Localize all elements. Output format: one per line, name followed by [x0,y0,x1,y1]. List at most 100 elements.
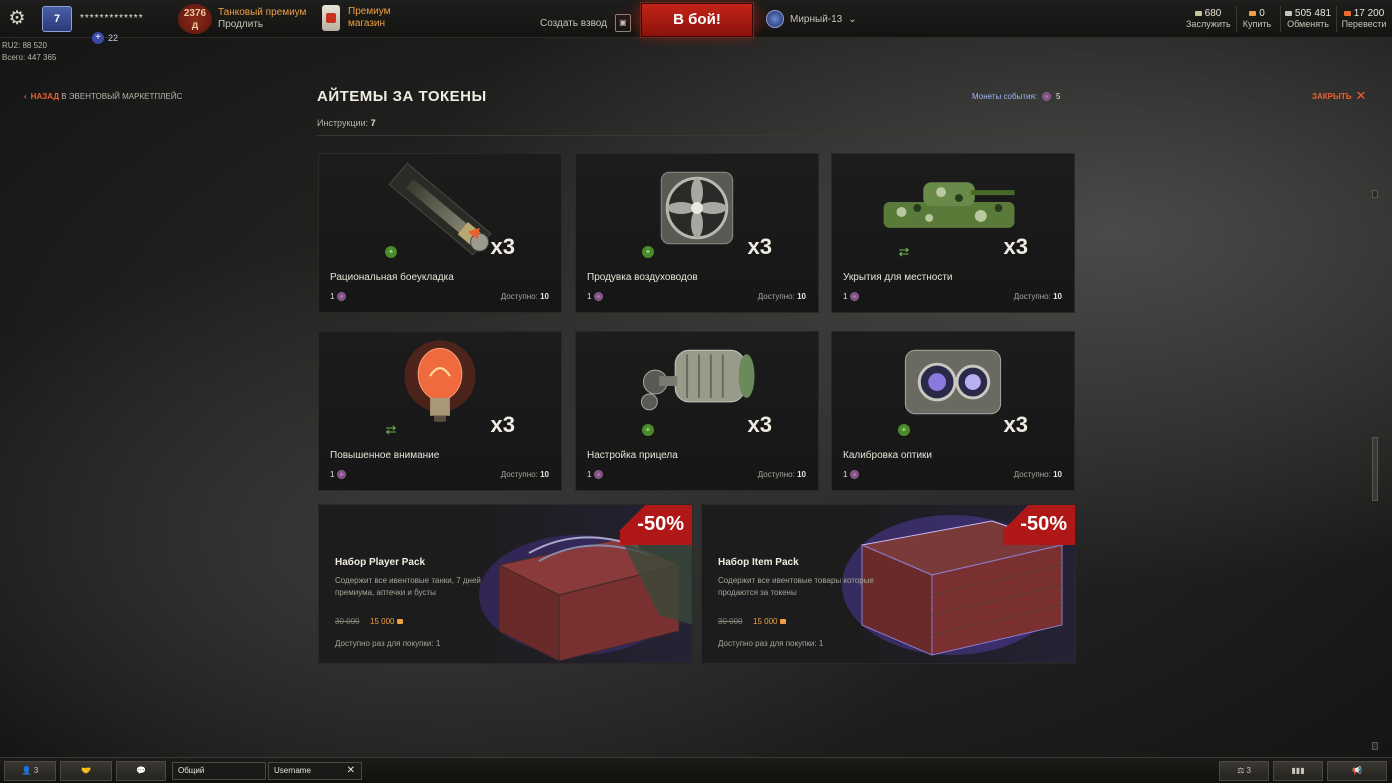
chat-tab-user[interactable]: Username ✕ [268,762,362,780]
rank-badge[interactable]: 7 [42,6,72,32]
currency-label: Заслужить [1186,19,1231,29]
availability-label: Доступно: [757,470,795,479]
price-value: 1 [843,292,848,301]
item-availability: Доступно: 10 [758,292,806,301]
fan-icon [660,171,734,245]
new-price: 15 000 [753,617,787,626]
item-availability: Доступно: 10 [1014,292,1062,301]
currency-buy[interactable]: 0 Купить [1240,8,1274,30]
discount-badge: -50% [620,505,692,545]
availability-value: 10 [1053,470,1062,479]
balance-count: 3 [1246,766,1251,775]
close-label: ЗАКРЫТЬ [1312,91,1352,101]
token-icon [337,470,347,479]
battle-button[interactable]: В бой! [640,2,754,38]
token-icon [337,292,347,301]
bundle-card[interactable]: -50% Набор Item Pack Содержит все ивенто… [701,504,1076,664]
currency-label: Перевести [1341,19,1387,29]
divider [1280,6,1281,32]
back-label-rest: В ЭВЕНТОВЫЙ МАРКЕТПЛЕЙС [59,92,183,101]
item-name: Продувка воздуховодов [587,272,698,283]
item-card[interactable]: ⇄ x3 Повышенное внимание 1 Доступно: 10 [318,331,562,491]
bundle-availability: Доступно раз для покупки: 1 [718,639,824,648]
balance-button[interactable]: ⚖ 3 [1219,761,1269,781]
settings-gear-icon[interactable]: ⚙ [6,8,28,30]
handshake-icon: 🤝 [81,766,91,775]
page-title: АЙТЕМЫ ЗА ТОКЕНЫ [317,88,487,105]
friends-count: 3 [33,766,39,775]
item-card[interactable]: + x3 Рациональная боеукладка 1 Доступно:… [318,153,562,313]
token-icon [850,470,860,479]
battle-mode-label: Мирный-13 [790,13,843,25]
currency-label: Купить [1242,19,1272,29]
chevron-left-icon: ‹ [24,92,27,101]
scrollbar-thumb[interactable] [1372,437,1378,501]
price-value: 1 [330,292,335,301]
premium-account-widget[interactable]: 2376 д Танковый премиум Продлить [178,4,306,34]
gold-icon [397,619,404,624]
stats-button[interactable]: ▮▮▮ [1273,761,1323,781]
instructions-value: 7 [370,118,376,128]
bundle-card[interactable]: -50% Набор Player Pack Содержит все ивен… [318,504,693,664]
availability-value: 10 [540,470,549,479]
event-coins: Монеты события: 5 [972,92,1060,101]
megaphone-icon: 📢 [1352,766,1362,775]
item-availability: Доступно: 10 [758,470,806,479]
battle-mode-selector[interactable]: Мирный-13 ⌄ [766,10,857,28]
old-price: 30 000 [335,617,360,626]
refresh-icon: ⇄ [898,244,910,259]
premium-shop-button[interactable]: Премиум магазин [322,5,391,31]
username[interactable]: ************* [80,13,144,24]
clans-button[interactable]: 🤝 [60,761,112,781]
instructions-label: Инструкции: [317,118,369,128]
old-price: 30 000 [718,617,743,626]
boost-plus-icon: + [642,424,654,436]
currency-exchange[interactable]: 505 481 Обменять [1284,8,1332,30]
friends-button[interactable]: 👤 3 [4,761,56,781]
item-multiplier: x3 [747,234,772,259]
currency-label: Обменять [1287,19,1329,29]
currency-earn[interactable]: 680 Заслужить [1186,8,1231,30]
item-card[interactable]: ⇄ x3 Укрытия для местности 1 Доступно: 1… [831,153,1075,313]
availability-label: Доступно: [1013,470,1051,479]
notifications-button[interactable]: 📢 [1327,761,1387,781]
bottom-bar: 👤 3 🤝 💬 Общий Username ✕ ⚖ 3 ▮▮▮ 📢 [0,757,1392,783]
token-icon [594,292,604,301]
item-name: Рациональная боеукладка [330,272,454,283]
item-card[interactable]: + x3 Настройка прицела 1 Доступно: 10 [575,331,819,491]
scroll-up-arrow[interactable] [1372,190,1378,198]
item-card[interactable]: + x3 Калибровка оптики 1 Доступно: 10 [831,331,1075,491]
price-value: 1 [587,470,592,479]
new-price-value: 15 000 [370,617,395,626]
item-name: Настройка прицела [587,450,678,461]
bonds-icon [1194,10,1202,16]
new-price-value: 15 000 [753,617,778,626]
refresh-icon: ⇄ [385,422,397,437]
currency-transfer[interactable]: 17 200 Перевести [1340,8,1388,30]
event-coins-value: 5 [1056,92,1061,101]
bundle-availability: Доступно раз для покупки: 1 [335,639,441,648]
chat-channels-button[interactable]: 💬 [116,761,166,781]
level-value: 22 [108,33,119,43]
player-level[interactable]: + 22 [92,32,118,44]
premium-days-badge: 2376 д [178,4,212,34]
token-icon [850,292,860,301]
item-multiplier: x3 [1003,234,1028,259]
item-card[interactable]: + x3 Продувка воздуховодов 1 Доступно: 1… [575,153,819,313]
item-name: Калибровка оптики [843,450,933,461]
close-icon[interactable]: ✕ [347,763,355,779]
bundle-description: Содержит все ивентовые танки, 7 дней пре… [335,576,481,597]
gold-icon [780,619,787,624]
close-button[interactable]: ЗАКРЫТЬ ✕ [1312,89,1366,102]
back-to-marketplace-link[interactable]: ‹ НАЗАД В ЭВЕНТОВЫЙ МАРКЕТПЛЕЙС [24,92,182,101]
item-availability: Доступно: 10 [501,470,549,479]
premium-extend-link[interactable]: Продлить [218,19,306,31]
chat-tab-general[interactable]: Общий [172,762,266,780]
scroll-down-arrow[interactable] [1372,742,1378,750]
free-xp-icon [1343,10,1351,16]
item-multiplier: x3 [1003,412,1028,437]
item-price: 1 [843,470,860,479]
currency-value: 0 [1259,8,1265,19]
item-multiplier: x3 [747,412,772,437]
instructions-count: Инструкции: 7 [317,118,376,128]
